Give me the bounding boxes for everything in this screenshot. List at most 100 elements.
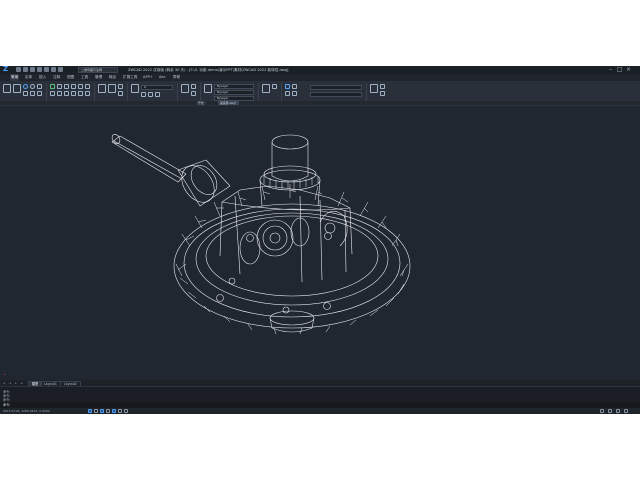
undo-icon[interactable] xyxy=(51,67,56,72)
menu-tab[interactable]: 输出 xyxy=(108,74,117,81)
minimize-icon[interactable]: – xyxy=(606,66,615,74)
fullscreen-icon[interactable] xyxy=(616,409,620,413)
prev-tab-icon[interactable]: ◂ xyxy=(8,381,12,385)
move-tool-icon[interactable] xyxy=(50,84,55,89)
menu-tab[interactable]: APP+ xyxy=(142,74,154,81)
polyline-tool-icon[interactable] xyxy=(13,84,21,93)
scale-tool-icon[interactable] xyxy=(64,91,69,96)
text-tool-icon[interactable] xyxy=(98,84,106,93)
select-all-icon[interactable] xyxy=(285,91,290,96)
menu-tab[interactable]: 实体 xyxy=(24,74,33,81)
annotation-scale-icon[interactable] xyxy=(600,409,604,413)
menu-tab[interactable]: 注释 xyxy=(52,74,61,81)
document-tab-bar: 开始 差速器.dwg* xyxy=(0,101,640,105)
rectangle-tool-icon[interactable] xyxy=(37,84,42,89)
dimension-tool-icon[interactable] xyxy=(108,84,116,93)
rotate-tool-icon[interactable] xyxy=(57,84,62,89)
create-block-icon[interactable] xyxy=(191,84,196,89)
menu-tab[interactable]: Aec xyxy=(158,74,167,81)
layer-freeze-icon[interactable] xyxy=(148,92,153,97)
calculator-tool-icon[interactable] xyxy=(292,84,297,89)
print-icon[interactable] xyxy=(44,67,49,72)
leader-tool-icon[interactable] xyxy=(118,84,123,89)
quick-select-icon[interactable] xyxy=(292,91,297,96)
layer-off-icon[interactable] xyxy=(141,92,146,97)
layer-dropdown[interactable]: 0 xyxy=(141,85,173,90)
ortho-mode-icon[interactable] xyxy=(100,409,104,413)
grid-mode-icon[interactable] xyxy=(94,409,98,413)
hatch-tool-icon[interactable] xyxy=(23,91,28,96)
line-tool-icon[interactable] xyxy=(3,84,11,93)
menu-tab[interactable]: 扩展工具 xyxy=(122,74,138,81)
new-file-icon[interactable] xyxy=(16,67,21,72)
layer-properties-icon[interactable] xyxy=(131,84,139,93)
differential-gear-wireframe xyxy=(111,134,411,335)
circle-tool-icon[interactable] xyxy=(23,84,28,89)
menu-tab[interactable]: 管理 xyxy=(94,74,103,81)
ungroup-tool-icon[interactable] xyxy=(272,84,277,89)
maximize-icon[interactable]: □ xyxy=(615,66,624,74)
array-tool-icon[interactable] xyxy=(71,91,76,96)
redo-icon[interactable] xyxy=(58,67,63,72)
layer-name: 0 xyxy=(144,85,146,89)
fillet-tool-icon[interactable] xyxy=(57,91,62,96)
color-value: ByLayer xyxy=(217,84,229,88)
app-logo-icon[interactable]: Z xyxy=(3,66,11,73)
command-window: 命令: 命令: 命令: 命令: xyxy=(0,386,640,409)
copy-tool-icon[interactable] xyxy=(85,84,90,89)
arc-tool-icon[interactable] xyxy=(30,84,35,89)
erase-tool-icon[interactable] xyxy=(78,84,83,89)
color-dropdown[interactable]: ByLayer xyxy=(214,84,254,89)
tab-start[interactable]: 开始 xyxy=(196,101,206,105)
ucs-icon: ▸ xyxy=(4,372,6,376)
menu-tab[interactable]: 视图 xyxy=(66,74,75,81)
layer-lock-icon[interactable] xyxy=(155,92,160,97)
menu-tab[interactable]: 帮助 xyxy=(172,74,181,81)
property-dropdown-1[interactable] xyxy=(310,85,362,90)
first-tab-icon[interactable]: ◂ xyxy=(2,381,6,385)
linetype-dropdown[interactable]: ByLayer xyxy=(214,90,254,95)
menu-tab[interactable]: 插入 xyxy=(38,74,47,81)
last-tab-icon[interactable]: ▸ xyxy=(20,381,24,385)
match-properties-icon[interactable] xyxy=(204,84,212,93)
offset-tool-icon[interactable] xyxy=(78,91,83,96)
tab-drawing[interactable]: 差速器.dwg* xyxy=(218,101,239,105)
save-as-icon[interactable] xyxy=(37,67,42,72)
open-file-icon[interactable] xyxy=(23,67,28,72)
menu-tab[interactable]: 常用 xyxy=(10,74,20,81)
measure-tool-icon[interactable] xyxy=(285,84,290,89)
polar-tracking-icon[interactable] xyxy=(106,409,110,413)
customize-icon[interactable] xyxy=(624,409,628,413)
ellipse-tool-icon[interactable] xyxy=(37,91,42,96)
copy-clip-icon[interactable] xyxy=(380,91,385,96)
extend-tool-icon[interactable] xyxy=(71,84,76,89)
workspace-dropdown[interactable]: 二维草图与注释 xyxy=(78,67,118,73)
drawing-canvas[interactable]: ▸ xyxy=(0,106,640,380)
status-bar: 2615.6718, 1289.6632, 0.0000 xyxy=(0,408,640,414)
edit-block-icon[interactable] xyxy=(191,91,196,96)
object-tracking-icon[interactable] xyxy=(118,409,122,413)
cursor-coordinates: 2615.6718, 1289.6632, 0.0000 xyxy=(3,409,50,413)
save-icon[interactable] xyxy=(30,67,35,72)
spline-tool-icon[interactable] xyxy=(30,91,35,96)
insert-block-icon[interactable] xyxy=(181,84,189,93)
cut-icon[interactable] xyxy=(380,84,385,89)
paste-icon[interactable] xyxy=(370,84,378,93)
cad-application-window: Z 二维草图与注释 ZWCAD 2022 试用版 (剩余 30 天) - [F:… xyxy=(0,66,640,414)
next-tab-icon[interactable]: ▸ xyxy=(14,381,18,385)
workspace-switch-icon[interactable] xyxy=(608,409,612,413)
menu-tab[interactable]: 工具 xyxy=(80,74,89,81)
close-icon[interactable]: × xyxy=(624,66,633,74)
group-tool-icon[interactable] xyxy=(262,84,270,93)
object-snap-icon[interactable] xyxy=(112,409,116,413)
ribbon-tab-bar: 常用 实体 插入 注释 视图 工具 管理 输出 扩展工具 APP+ Aec 帮助 xyxy=(0,74,640,81)
property-dropdown-2[interactable] xyxy=(310,92,362,97)
mirror-tool-icon[interactable] xyxy=(50,91,55,96)
title-bar: Z 二维草图与注释 ZWCAD 2022 试用版 (剩余 30 天) - [F:… xyxy=(0,66,640,74)
lineweight-display-icon[interactable] xyxy=(124,409,128,413)
trim-tool-icon[interactable] xyxy=(64,84,69,89)
table-tool-icon[interactable] xyxy=(118,91,123,96)
explode-tool-icon[interactable] xyxy=(85,91,90,96)
snap-mode-icon[interactable] xyxy=(88,409,92,413)
window-title: ZWCAD 2022 试用版 (剩余 30 天) - [F:\3. 功能 dem… xyxy=(128,68,289,72)
